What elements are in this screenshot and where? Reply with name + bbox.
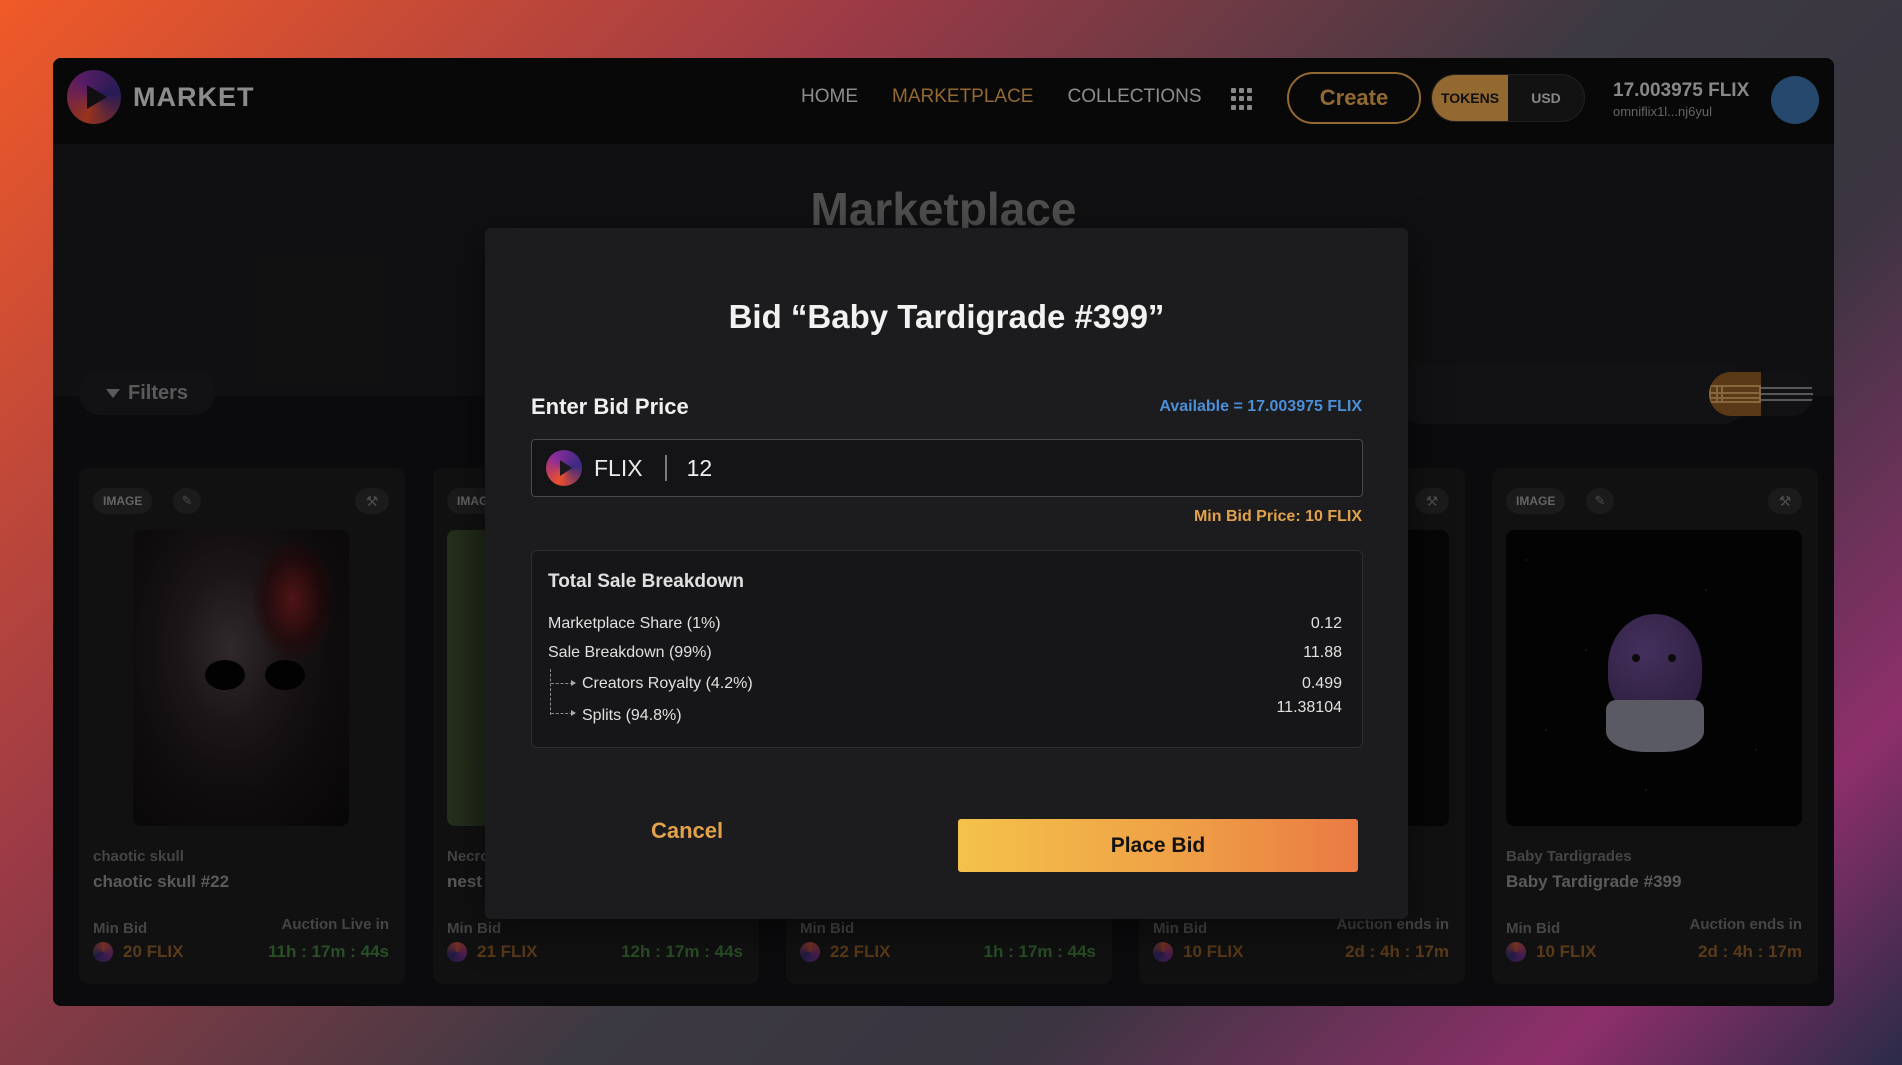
cancel-button[interactable]: Cancel (651, 818, 723, 844)
available-balance: Available = 17.003975 FLIX (1159, 398, 1362, 415)
breakdown-row: Marketplace Share (1%) 0.12 (548, 615, 1342, 633)
modal-title: Bid “Baby Tardigrade #399” (728, 298, 1165, 335)
min-bid-price-hint: Min Bid Price: 10 FLIX (1193, 508, 1362, 525)
breakdown-label: Splits (94.8%) (582, 707, 682, 724)
sale-breakdown-panel: Total Sale Breakdown Marketplace Share (… (531, 550, 1363, 748)
place-bid-button[interactable]: Place Bid (958, 819, 1358, 872)
breakdown-label: Creators Royalty (4.2%) (582, 675, 753, 692)
breakdown-value: 11.38104 (1276, 699, 1342, 716)
bid-price-field[interactable]: FLIX (531, 439, 1363, 497)
divider (664, 455, 667, 481)
bid-price-label: Enter Bid Price (531, 394, 689, 419)
breakdown-value: 11.88 (1303, 644, 1342, 661)
breakdown-row: Sale Breakdown (99%) 11.88 (548, 644, 1342, 662)
bid-modal: Bid “Baby Tardigrade #399” Enter Bid Pri… (485, 228, 1408, 919)
flix-coin-icon (546, 450, 582, 486)
breakdown-row: Creators Royalty (4.2%) 0.499 (582, 675, 1342, 693)
currency-label: FLIX (594, 454, 643, 481)
breakdown-label: Marketplace Share (1%) (548, 615, 721, 632)
breakdown-tree-lines (550, 669, 576, 716)
breakdown-value: 0.12 (1310, 615, 1342, 632)
breakdown-value: 0.499 (1301, 675, 1342, 692)
breakdown-label: Sale Breakdown (99%) (548, 644, 712, 661)
breakdown-title: Total Sale Breakdown (548, 571, 745, 592)
bid-price-input[interactable] (686, 454, 1287, 482)
breakdown-row: Splits (94.8%) 11.38104 (582, 699, 1342, 725)
